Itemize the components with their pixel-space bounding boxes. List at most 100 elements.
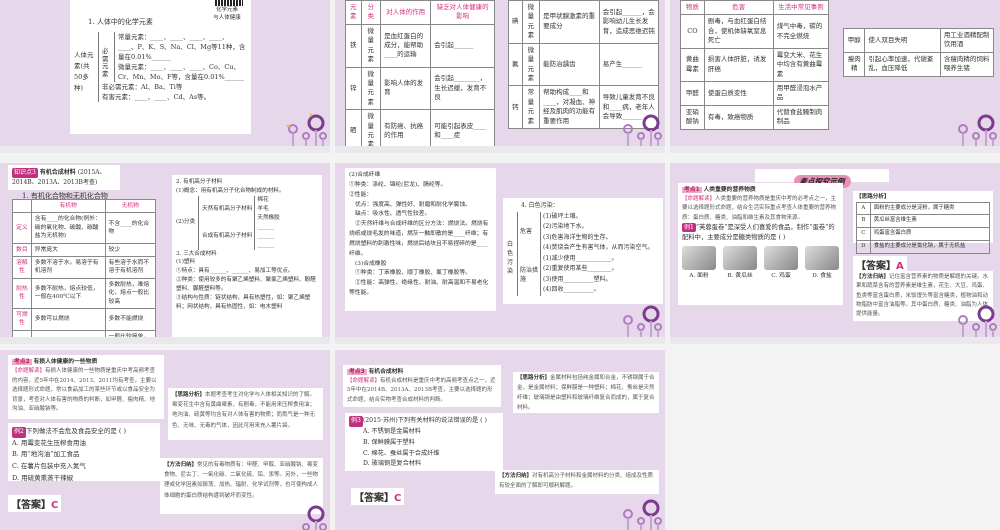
table-cell: 使蛋白质变性 — [703, 80, 774, 106]
slide-8[interactable]: 考点3 有机合成材料 【命题解读】有机合成材料是重庆中考的高频考查点之一，近5年… — [335, 350, 665, 530]
exam-point-tag: 考点1 — [682, 187, 702, 193]
harmful-elements: 有害元素：____、____、Cd、As等。 — [102, 93, 211, 102]
table-cell: 多数不溶于水，易溶于有机溶剂 — [30, 255, 106, 279]
table-cell: 帮助构成____和____，对凝血、神经及肌肉的功能有重要作用 — [539, 85, 600, 130]
flower-decoration-icon — [623, 305, 662, 342]
slide-3[interactable]: 物质 危害 生活中常见事例 CO 剧毒，与血红蛋白结合，使机体缺氧窒息死亡 煤气中毒，碳的… — [670, 0, 1000, 153]
table-cell: 数目 — [12, 242, 32, 257]
exam-point-panel: 考点3 有机合成材料 【命题解读】有机合成材料是重庆中考的高频考查点之一，近5年… — [343, 365, 501, 407]
option-3[interactable]: D. 用硫黄熏蒸干辣椒 — [12, 473, 156, 485]
table-cell: 影响人体的发育 — [380, 66, 432, 111]
table-cell: 易产生______ — [598, 42, 660, 87]
table-row: 耐热性 多数不耐热，熔点较低，一般在400℃以下 多数耐热，难熔化，熔点一般比较高 — [12, 277, 157, 309]
qr-code-icon — [215, 0, 243, 6]
table-cell: 微量元素 — [360, 66, 382, 111]
answer-value: C — [51, 500, 59, 511]
option-0[interactable]: A. 用霉变花生压榨食用油 — [12, 438, 156, 450]
table-cell: 多数耐热，难熔化，熔点一般比较高 — [104, 277, 157, 309]
option-1[interactable]: B. 保鲜膜属于塑料 — [363, 438, 499, 449]
table-cell: 是甲状腺激素的重要成分 — [539, 0, 600, 44]
table-cell: 煤气中毒，碳的不完全燃烧 — [772, 14, 830, 49]
measure-item: (3)使用__________塑料。 — [543, 275, 612, 283]
table-cell: 甲醇 — [842, 28, 866, 53]
option-1[interactable]: B. 用“地沟油”加工食品 — [12, 449, 156, 461]
table-cell: 用工业酒精配制饮用酒 — [939, 28, 995, 53]
table-header-row: 元素 分类 对人体的作用 缺乏对人体健康的影响 — [345, 0, 495, 25]
synthetic-polymer-blanks: ______ ______ ______ — [254, 222, 274, 250]
analysis-tag: 【思路分析】 — [517, 375, 551, 381]
example-tag: 例2 — [12, 427, 26, 438]
table-row: 氟微量元素 能防治龋齿 易产生______ — [508, 42, 660, 87]
table-row: 黄曲霉素 损害人体肝脏，诱发肝癌 霉变大米、花生中均含有黄曲霉素 — [680, 47, 830, 82]
option-0[interactable]: A. 面粉 — [682, 245, 716, 281]
answer-value: C — [394, 493, 402, 504]
harm-item: (1)破坏土壤。 — [543, 212, 582, 220]
flower-decoration-icon — [623, 499, 662, 530]
text-line: 4. 白色污染： — [521, 202, 559, 209]
slide-2[interactable]: 元素 分类 对人体的作用 缺乏对人体健康的影响铁微量元素 是血红蛋白的成分，能帮助___… — [335, 0, 665, 153]
answer-box: 【答案】C — [8, 495, 62, 512]
slide-footer-bar — [670, 146, 1000, 153]
table-row: 碘微量元素 是甲状腺激素的重要成分 会引起______，会影响幼儿生长发育，造成思维… — [508, 0, 660, 44]
option-3[interactable]: D. 食盐 — [805, 245, 839, 281]
measure-item: (2)重复使用某些________。 — [543, 265, 618, 272]
table-cell: 用甲醛浸泡水产品 — [772, 80, 830, 106]
natural-polymer-label: 天然有机高分子材料 — [202, 205, 253, 212]
slide-5[interactable]: (2)合成纤维 ①种类：涤纶、锦纶(尼龙)、腈纶等。 ②性能： 优点：强度高、弹… — [335, 163, 665, 344]
knowledge-point-title: 有机合成材料 — [39, 169, 76, 176]
option-2[interactable]: C. 在薯片包装中充入氮气 — [12, 461, 156, 473]
flower-decoration-icon — [302, 505, 327, 530]
option-0[interactable]: A. 不锈钢是金属材料 — [363, 427, 499, 438]
exam-point-tag: 考点3 — [347, 369, 367, 375]
slide-7[interactable]: 考点2 有损人体健康的一些物质 【命题解读】有损人体健康的一些物质是重庆中考高频… — [0, 350, 330, 530]
answer-label: 【答案】 — [354, 493, 394, 504]
option-3[interactable]: D. 玻璃钢是复合材料 — [363, 459, 499, 470]
option-label: D. 食盐 — [812, 272, 832, 279]
table-cell: 含瘦肉精的饲料喂养生猪 — [939, 51, 995, 77]
slide-6[interactable]: 考点探究示例 考点1 人类重要的营养物质 【命题解读】人类重要的营养物质是重庆中… — [670, 163, 1000, 344]
harmful-substances-table-2: 甲醇 使人双目失明 用工业酒精配制饮用酒 瘦肉精 引起心率加速，代谢紊乱，血压降低 含瘦肉… — [842, 28, 995, 77]
natural-polymer-items: 棉花 羊毛 天然橡胶 — [254, 195, 280, 223]
example-question: 下列做法不会危及食品安全的是 ( ) — [25, 427, 127, 435]
food-image — [723, 245, 757, 270]
table-cell: 甲醛 — [680, 80, 705, 106]
interpretation-text: 有损人体健康的一些物质是重庆中考高频考查的内容，近5年中在2014、2013、2… — [12, 367, 157, 413]
option-2[interactable]: C. 棉花、蚕丝属于合成纤维 — [363, 449, 499, 460]
table-header-cell: 生活中常见事例 — [772, 0, 830, 16]
content-panel: 化学元素 与人体健康 1. 人体中的化学元素 人体元素(共50多种) 必需元素 … — [70, 0, 251, 134]
measure-item: (4)回收__________。 — [543, 286, 600, 293]
example-tag: 例1 — [682, 223, 696, 233]
table-header-cell: 无机物 — [104, 198, 157, 214]
text-line: ①种类：丁苯橡胶、顺丁橡胶、氯丁橡胶等。 — [355, 270, 471, 277]
harm-item: (4)焚烧会产生有害气体，从而污染空气。 — [543, 244, 654, 251]
method-panel: 【方法归纳】对有机高分子材料和金属材料的分类、组成及性质有较全面的了解即可顺利解… — [495, 470, 659, 494]
knowledge-point-tag: 知识点3 — [12, 168, 38, 178]
table-cell: 较少 — [104, 242, 157, 257]
table-cell: 霉变大米、花生中均含有黄曲霉素 — [772, 47, 830, 82]
table-cell: 黄曲霉素 — [680, 47, 705, 82]
table-header-cell: 对人体的作用 — [380, 0, 432, 25]
option-2[interactable]: C. 鸡蛋 — [764, 245, 798, 281]
slide-footer-bar — [670, 337, 1000, 344]
example-panel: 例2 下列做法不会危及食品安全的是 ( ) A. 用霉变花生压榨食用油 B. 用“地… — [8, 423, 160, 482]
slide-1[interactable]: 化学元素 与人体健康 1. 人体中的化学元素 人体元素(共50多种) 必需元素 … — [0, 0, 330, 153]
table-cell: 能防治龋齿 — [539, 42, 600, 87]
food-image — [805, 245, 839, 270]
text-line: 优点：强度高、弹性好、耐磨和耐化学腐蚀。 — [355, 201, 471, 208]
text-line: ②种类：使用较多的有聚乙烯塑料、聚氯乙烯塑料、酚醛塑料、脲醛塑料等。 — [176, 277, 316, 293]
flower-decoration-icon — [958, 305, 997, 342]
table-cell: 耐热性 — [12, 277, 32, 309]
table-cell: 多数不能燃烧 — [104, 307, 157, 331]
table-cell: 损害人体肝脏，诱发肝癌 — [703, 47, 774, 82]
analysis-title: 【思路分析】 — [856, 194, 890, 200]
slide-4[interactable]: 知识点3 有机合成材料 (2015A、2014B、2013A、2013B考查) … — [0, 163, 330, 344]
table-cell: 剧毒，与血红蛋白结合，使机体缺氧窒息死亡 — [703, 14, 774, 49]
table-cell: 会引起________，生长迟缓，发育不良 — [430, 66, 495, 111]
classification-label: (2)分类 — [176, 219, 196, 226]
table-cell: 常量元素 — [521, 85, 541, 130]
table-cell: 含有____的化合物(例外：碳的氧化物、碳酸、碳酸盐为无机物) — [30, 212, 106, 244]
table-row: 甲醇 使人双目失明 用工业酒精配制饮用酒 — [842, 28, 995, 53]
option-1[interactable]: B. 黄瓜丝 — [723, 245, 757, 281]
exam-point-panel: 考点2 有损人体健康的一些物质 【命题解读】有损人体健康的一些物质是重庆中考高频… — [8, 355, 164, 419]
table-cell: 使人双目失明 — [864, 28, 941, 53]
